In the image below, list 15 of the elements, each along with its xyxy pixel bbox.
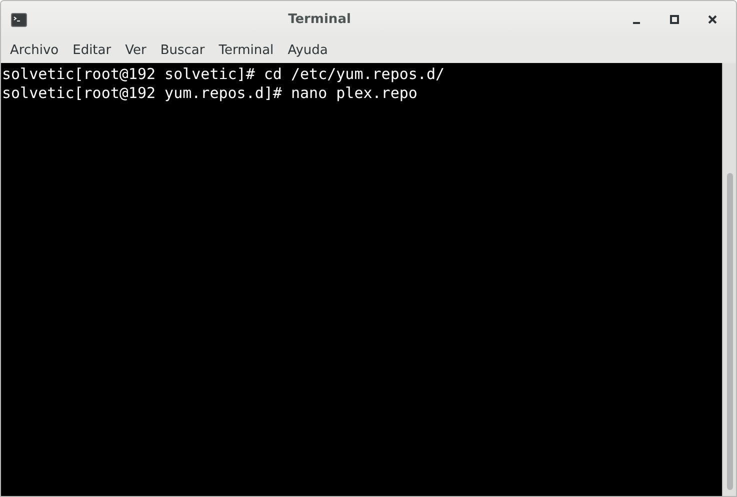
menu-item[interactable]: Editar [66, 43, 118, 58]
maximize-icon [670, 15, 678, 24]
menu-item[interactable]: Archivo [3, 43, 66, 58]
terminal-line: solvetic[root@192 yum.repos.d]# nano plex.repo [2, 84, 418, 103]
menu-item[interactable]: Ayuda [280, 43, 335, 58]
menu-item[interactable]: Terminal [212, 43, 281, 58]
menu-item[interactable]: Buscar [153, 43, 212, 58]
scrollbar[interactable] [722, 63, 736, 496]
terminal-line: solvetic[root@192 solvetic]# cd /etc/yum.repos.d/ [2, 65, 446, 84]
menu-item[interactable]: Ver [118, 43, 154, 58]
window-title: Terminal [287, 12, 352, 27]
close-icon [708, 15, 716, 24]
scrollbar-thumb[interactable] [726, 173, 732, 490]
minimize-icon [632, 22, 640, 24]
terminal-icon [11, 12, 27, 26]
